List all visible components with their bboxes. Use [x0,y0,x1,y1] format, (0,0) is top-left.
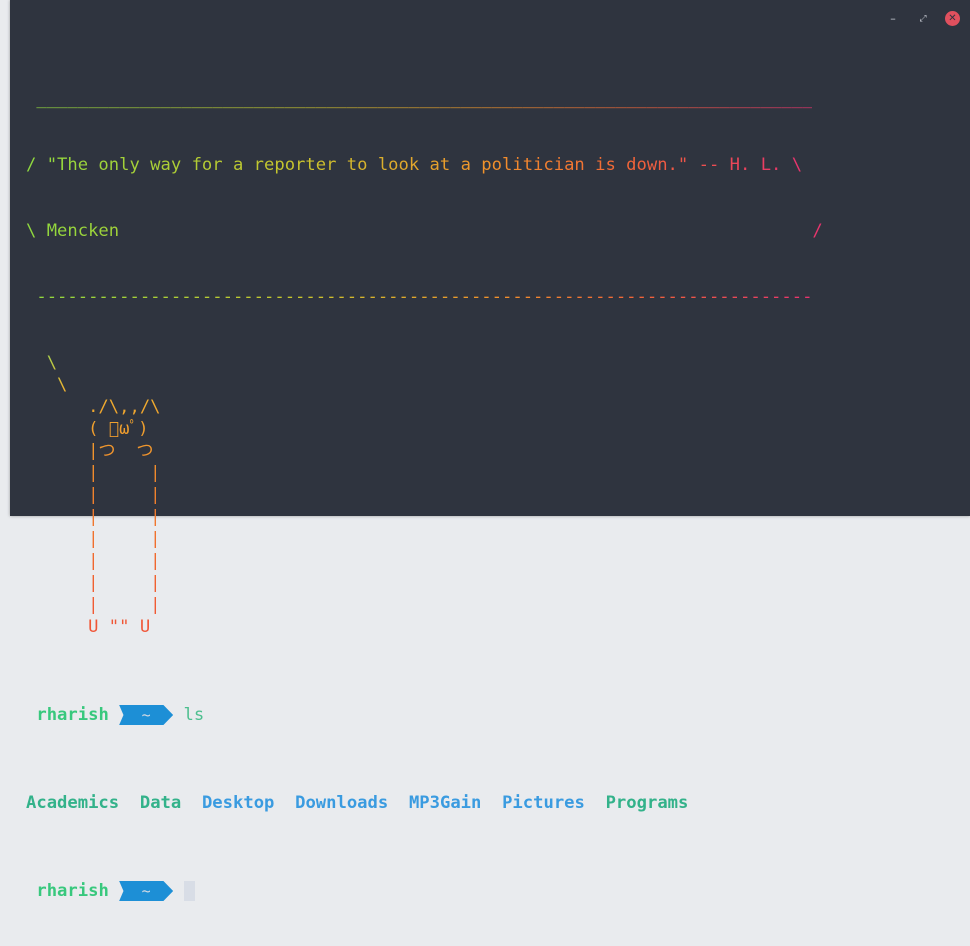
cowsay-quote-line-2: \ Mencken / [26,221,823,241]
prompt-user: rharish [36,705,109,725]
prompt-dir-arrow: ~ [119,881,174,901]
prompt-line-1: rharish ~ ls [26,704,966,726]
cowsay-top-border: ________________________________________… [26,89,813,109]
terminal-window: – ⤢ ✕ __________________________________… [10,0,970,901]
cowsay-ascii-art: \ \ ./\,,/\ ( ﾟωﾟ) |つ つ | | | | | | | | … [26,352,161,638]
dir-item: MP3Gain [408,793,482,813]
command-text: ls [183,705,205,725]
dir-item: Pictures [502,793,585,813]
ls-output: Academics Data Desktop Downloads MP3Gain… [26,792,966,814]
terminal-output[interactable]: ________________________________________… [26,44,966,946]
dir-item: Programs [605,793,689,813]
prompt-line-2: rharish ~ [26,880,966,902]
dir-item: Desktop [201,793,275,813]
minimize-icon[interactable]: – [885,11,901,27]
cowsay-quote-line-1: / "The only way for a reporter to look a… [26,155,803,175]
dir-item: Data [139,793,182,813]
dir-item: Academics [26,793,120,813]
prompt-dir-arrow: ~ [119,705,174,725]
title-bar: – ⤢ ✕ [10,0,970,38]
prompt-user: rharish [36,881,109,901]
text-cursor[interactable] [183,881,195,901]
maximize-icon[interactable]: ⤢ [915,11,931,27]
close-icon[interactable]: ✕ [945,11,960,26]
cowsay-bottom-border: ----------------------------------------… [26,287,813,307]
dir-item: Downloads [295,793,389,813]
